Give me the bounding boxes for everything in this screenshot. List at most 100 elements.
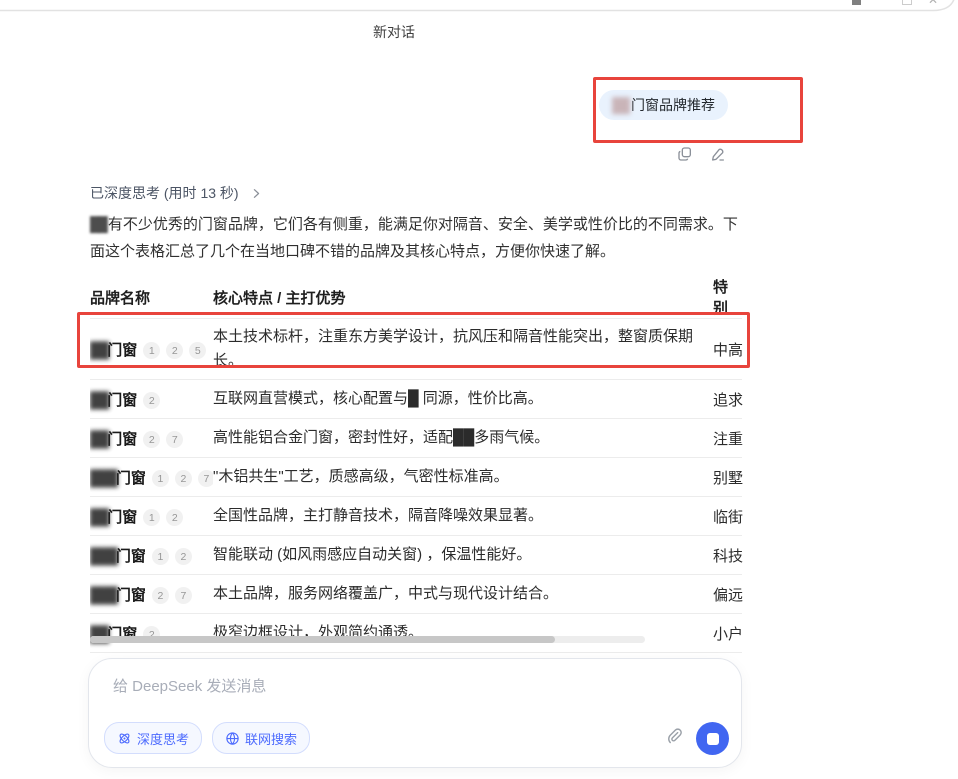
brand-features: 智能联动 (如风雨感应自动关窗) ，保温性能好。 xyxy=(213,536,713,575)
citation-badge[interactable]: 2 xyxy=(175,470,192,487)
brand-cell: ███门窗27 xyxy=(90,575,213,614)
user-message-text: 门窗品牌推荐 xyxy=(631,97,715,113)
web-search-toggle-label: 联网搜索 xyxy=(245,729,297,748)
brand-name: 门窗 xyxy=(116,470,146,487)
table-row: ██门窗2 极窄边框设计，外观简约通透。 小户 xyxy=(90,614,742,653)
table-row: ██门窗 2 互联网直营模式，核心配置与█ 同源，性价比高。 追求 xyxy=(90,380,742,419)
deep-think-toggle-label: 深度思考 xyxy=(137,729,189,748)
redacted-brand-text: ██ xyxy=(90,509,107,526)
citation-badge[interactable]: 2 xyxy=(143,392,160,409)
brand-features: 本土技术标杆，注重东方美学设计，抗风压和隔音性能突出，整窗质保期长。 xyxy=(213,319,713,380)
citation-badge[interactable]: 7 xyxy=(166,431,183,448)
brand-cell: ██门窗 27 xyxy=(90,419,213,458)
restore-window-icon[interactable] xyxy=(902,0,912,5)
brand-name: 门窗 xyxy=(107,392,137,409)
brand-suited: 注重 xyxy=(713,419,742,458)
citation-badge[interactable]: 5 xyxy=(189,342,206,359)
citation-badges: 12 xyxy=(137,509,183,526)
brand-features: 极窄边框设计，外观简约通透。 xyxy=(213,614,713,653)
user-message-bubble: ██门窗品牌推荐 xyxy=(599,90,728,120)
brand-features: 互联网直营模式，核心配置与█ 同源，性价比高。 xyxy=(213,380,713,419)
table-scrollbar-thumb[interactable] xyxy=(90,636,555,643)
citation-badges: 27 xyxy=(146,587,192,604)
brand-cell: ██门窗125 xyxy=(90,319,213,380)
brand-cell: ██门窗2 xyxy=(90,614,213,653)
table-row: ███门窗127 "木铝共生"工艺，质感高级，气密性标准高。 别墅 xyxy=(90,458,742,497)
composer-toggles: 深度思考 联网搜索 xyxy=(104,722,310,754)
citation-badge[interactable]: 2 xyxy=(166,509,183,526)
stop-generating-button[interactable] xyxy=(696,722,729,755)
table-row: ██门窗12 全国性品牌，主打静音技术，隔音降噪效果显著。 临街 xyxy=(90,497,742,536)
brand-features: 本土品牌，服务网络覆盖广，中式与现代设计结合。 xyxy=(213,575,713,614)
page-title: 新对话 xyxy=(344,22,444,42)
citation-badges: 12 xyxy=(146,548,192,565)
deep-think-summary-label: 已深度思考 (用时 13 秒) xyxy=(90,183,239,203)
message-input[interactable] xyxy=(111,673,705,711)
window-frame-edge xyxy=(0,0,958,14)
copy-icon[interactable] xyxy=(677,146,693,162)
close-window-icon[interactable]: ✕ xyxy=(928,0,938,7)
redacted-brand-text: ██ xyxy=(90,431,107,448)
brand-features: 高性能铝合金门窗，密封性好，适配██多雨气候。 xyxy=(213,419,713,458)
brand-table-body: ██门窗125 本土技术标杆，注重东方美学设计，抗风压和隔音性能突出，整窗质保期… xyxy=(90,319,742,653)
brand-suited: 临街 xyxy=(713,497,742,536)
citation-badge[interactable]: 2 xyxy=(166,342,183,359)
citation-badge[interactable]: 1 xyxy=(152,548,169,565)
citation-badge[interactable]: 7 xyxy=(175,587,192,604)
message-actions xyxy=(677,146,726,162)
table-row: ██门窗125 本土技术标杆，注重东方美学设计，抗风压和隔音性能突出，整窗质保期… xyxy=(90,319,742,380)
window-controls: ✕ xyxy=(840,0,950,8)
brand-suited: 别墅 xyxy=(713,458,742,497)
web-search-toggle[interactable]: 联网搜索 xyxy=(212,722,310,754)
brand-suited: 科技 xyxy=(713,536,742,575)
brand-suited: 追求 xyxy=(713,380,742,419)
brand-name: 门窗 xyxy=(107,431,137,448)
redacted-brand-text: ███ xyxy=(90,470,116,487)
brand-cell: ██门窗 2 xyxy=(90,380,213,419)
table-scrollbar-track xyxy=(90,636,645,643)
citation-badges: 2 xyxy=(137,392,160,409)
table-row: ███门窗12 智能联动 (如风雨感应自动关窗) ，保温性能好。 科技 xyxy=(90,536,742,575)
brand-suited: 中高 xyxy=(713,319,742,380)
stop-icon xyxy=(707,733,719,745)
brand-suited: 小户 xyxy=(713,614,742,653)
citation-badges: 127 xyxy=(146,470,213,487)
table-row: ███门窗27 本土品牌，服务网络覆盖广，中式与现代设计结合。 偏远 xyxy=(90,575,742,614)
brand-name: 门窗 xyxy=(107,342,137,359)
citation-badge[interactable]: 1 xyxy=(143,509,160,526)
redacted-brand-text: ██ xyxy=(90,392,107,409)
chevron-right-icon xyxy=(251,188,262,199)
brand-name: 门窗 xyxy=(107,509,137,526)
citation-badge[interactable]: 2 xyxy=(143,431,160,448)
redacted-brand-text: ███ xyxy=(90,548,116,565)
citation-badge[interactable]: 2 xyxy=(152,587,169,604)
table-header-row: 品牌名称 核心特点 / 主打优势 特别 xyxy=(90,276,742,319)
redacted-brand-text: ███ xyxy=(90,587,116,604)
brand-cell: ███门窗127 xyxy=(90,458,213,497)
assistant-intro-paragraph: ██有不少优秀的门窗品牌，它们各有侧重，能满足你对隔音、安全、美学或性价比的不同… xyxy=(90,211,742,265)
citation-badge[interactable]: 1 xyxy=(143,342,160,359)
col-header-features: 核心特点 / 主打优势 xyxy=(213,276,713,319)
redacted-city-text: ██ xyxy=(612,97,628,113)
brand-suited: 偏远 xyxy=(713,575,742,614)
brand-cell: ██门窗12 xyxy=(90,497,213,536)
assistant-intro-text: 有不少优秀的门窗品牌，它们各有侧重，能满足你对隔音、安全、美学或性价比的不同需求… xyxy=(90,216,738,260)
globe-icon xyxy=(225,731,240,746)
col-header-suited: 特别 xyxy=(713,276,742,319)
redacted-brand-text: ██ xyxy=(90,342,107,359)
deep-think-summary-toggle[interactable]: 已深度思考 (用时 13 秒) xyxy=(90,183,262,203)
brand-features: 全国性品牌，主打静音技术，隔音降噪效果显著。 xyxy=(213,497,713,536)
brand-name: 门窗 xyxy=(116,548,146,565)
brand-cell: ███门窗12 xyxy=(90,536,213,575)
brand-name: 门窗 xyxy=(116,587,146,604)
deep-think-toggle[interactable]: 深度思考 xyxy=(104,722,202,754)
citation-badge[interactable]: 1 xyxy=(152,470,169,487)
edit-icon[interactable] xyxy=(710,146,726,162)
brand-features: "木铝共生"工艺，质感高级，气密性标准高。 xyxy=(213,458,713,497)
citation-badge[interactable]: 7 xyxy=(198,470,213,487)
deepthink-icon xyxy=(117,731,132,746)
citation-badge[interactable]: 2 xyxy=(175,548,192,565)
citation-badges: 125 xyxy=(137,342,206,359)
col-header-brand: 品牌名称 xyxy=(90,276,213,319)
paperclip-icon[interactable] xyxy=(666,728,683,745)
